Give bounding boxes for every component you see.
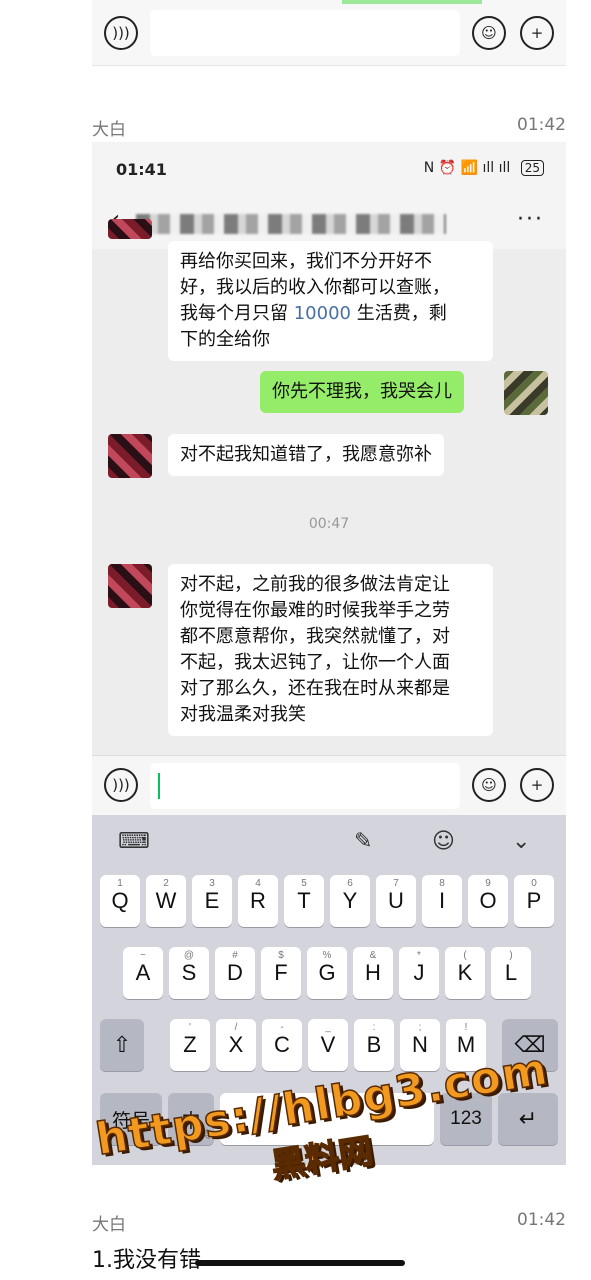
status-bar: 01:41 N ⏰ 📶 ıll ıll 25	[92, 142, 566, 197]
status-clock: 01:41	[116, 160, 167, 179]
key-y[interactable]: 6Y	[330, 875, 370, 927]
plus-icon[interactable]: +	[520, 16, 554, 50]
avatar-me[interactable]	[504, 371, 548, 415]
key-c[interactable]: -C	[262, 1019, 302, 1071]
key-t[interactable]: 5T	[284, 875, 324, 927]
chat-input-bar: ))) ☺ +	[92, 755, 566, 815]
post-time: 01:42	[517, 115, 566, 135]
message-input[interactable]	[150, 10, 460, 56]
chat-timestamp: 00:47	[308, 516, 350, 532]
collapse-keyboard-icon[interactable]: ⌄	[512, 829, 530, 854]
blurred-chat-title	[136, 214, 446, 234]
key-h[interactable]: & H	[353, 947, 393, 999]
text-cursor	[158, 773, 160, 799]
post-text: 1.我没有错	[92, 1248, 201, 1273]
key-q[interactable]: 1Q	[100, 875, 140, 927]
more-icon[interactable]: ···	[517, 207, 544, 232]
key-z[interactable]: ' Z	[170, 1019, 210, 1071]
post-header: 大白 01:42	[92, 1210, 566, 1235]
avatar[interactable]	[108, 434, 152, 478]
key-o[interactable]: 9O	[468, 875, 508, 927]
key-i[interactable]: 8I	[422, 875, 462, 927]
avatar[interactable]	[108, 564, 152, 608]
key-b[interactable]: :B	[354, 1019, 394, 1071]
avatar[interactable]	[108, 219, 152, 239]
key-v[interactable]: _ V	[308, 1019, 348, 1071]
message-input[interactable]	[150, 763, 460, 809]
key-s[interactable]: @ S	[169, 947, 209, 999]
post-author: 大白	[92, 1215, 126, 1235]
key-k[interactable]: (K	[445, 947, 485, 999]
voice-icon[interactable]: )))	[104, 16, 138, 50]
voice-icon[interactable]: )))	[104, 768, 138, 802]
key-g[interactable]: % G	[307, 947, 347, 999]
emoji-icon[interactable]: ☺	[472, 16, 506, 50]
key-d[interactable]: # D	[215, 947, 255, 999]
keyboard-toolbar: ⌨ ✎ ☺ ⌄	[92, 815, 566, 867]
key-l[interactable]: ) L	[491, 947, 531, 999]
top-input-bar: ))) ☺ +	[92, 0, 566, 66]
key-j[interactable]: * J	[399, 947, 439, 999]
battery-icon: 25	[520, 160, 544, 176]
key-w[interactable]: 2W	[146, 875, 186, 927]
keyboard-settings-icon[interactable]: ⌨	[118, 829, 150, 854]
post-time: 01:42	[517, 1210, 566, 1230]
key-r[interactable]: 4R	[238, 875, 278, 927]
plus-icon[interactable]: +	[520, 768, 554, 802]
key-p[interactable]: 0P	[514, 875, 554, 927]
post-header: 大白 01:42	[92, 115, 566, 140]
emoji-keyboard-icon[interactable]: ☺	[432, 829, 455, 854]
embedded-screenshot: 01:41 N ⏰ 📶 ıll ıll 25 ‹ ··· 再给你买回来，我们不分…	[92, 142, 566, 1165]
key-f[interactable]: $ F	[261, 947, 301, 999]
status-icons: N ⏰ 📶 ıll ıll 25	[424, 160, 544, 176]
message-bubble[interactable]: 再给你买回来，我们不分开好不 好，我以后的收入你都可以查账， 我每个月只留 10…	[168, 241, 493, 361]
post-author: 大白	[92, 120, 126, 140]
shift-key[interactable]: ⇧	[100, 1019, 144, 1071]
key-e[interactable]: 3E	[192, 875, 232, 927]
emoji-icon[interactable]: ☺	[472, 768, 506, 802]
home-indicator	[195, 1260, 405, 1266]
message-bubble-me[interactable]: 你先不理我，我哭会儿	[260, 371, 464, 413]
green-strip	[342, 0, 482, 4]
key-u[interactable]: 7U	[376, 875, 416, 927]
message-bubble[interactable]: 对不起，之前我的很多做法肯定让 你觉得在你最难的时候我举手之劳 都不愿意帮你，我…	[168, 564, 493, 736]
key-a[interactable]: ~ A	[123, 947, 163, 999]
key-x[interactable]: / X	[216, 1019, 256, 1071]
chat-area: 再给你买回来，我们不分开好不 好，我以后的收入你都可以查账， 我每个月只留 10…	[92, 219, 566, 755]
message-bubble[interactable]: 对不起我知道错了，我愿意弥补	[168, 434, 444, 476]
ai-write-icon[interactable]: ✎	[354, 829, 372, 854]
